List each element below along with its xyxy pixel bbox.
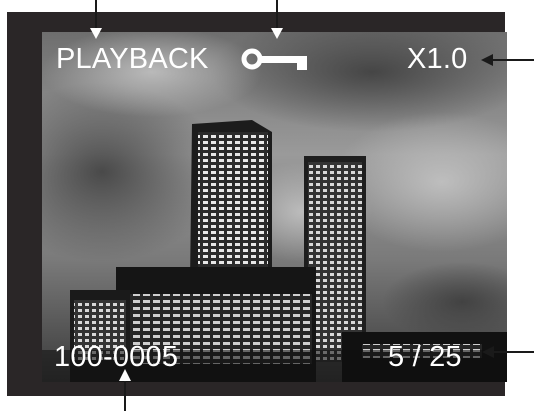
playback-image (42, 32, 507, 382)
zoom-ratio-label: X1.0 (407, 43, 468, 75)
frame-counter-label: 5 / 25 (388, 341, 462, 373)
playback-mode-label: PLAYBACK (56, 43, 209, 75)
key-icon (241, 48, 309, 72)
file-number-label: 100-0005 (54, 341, 179, 373)
